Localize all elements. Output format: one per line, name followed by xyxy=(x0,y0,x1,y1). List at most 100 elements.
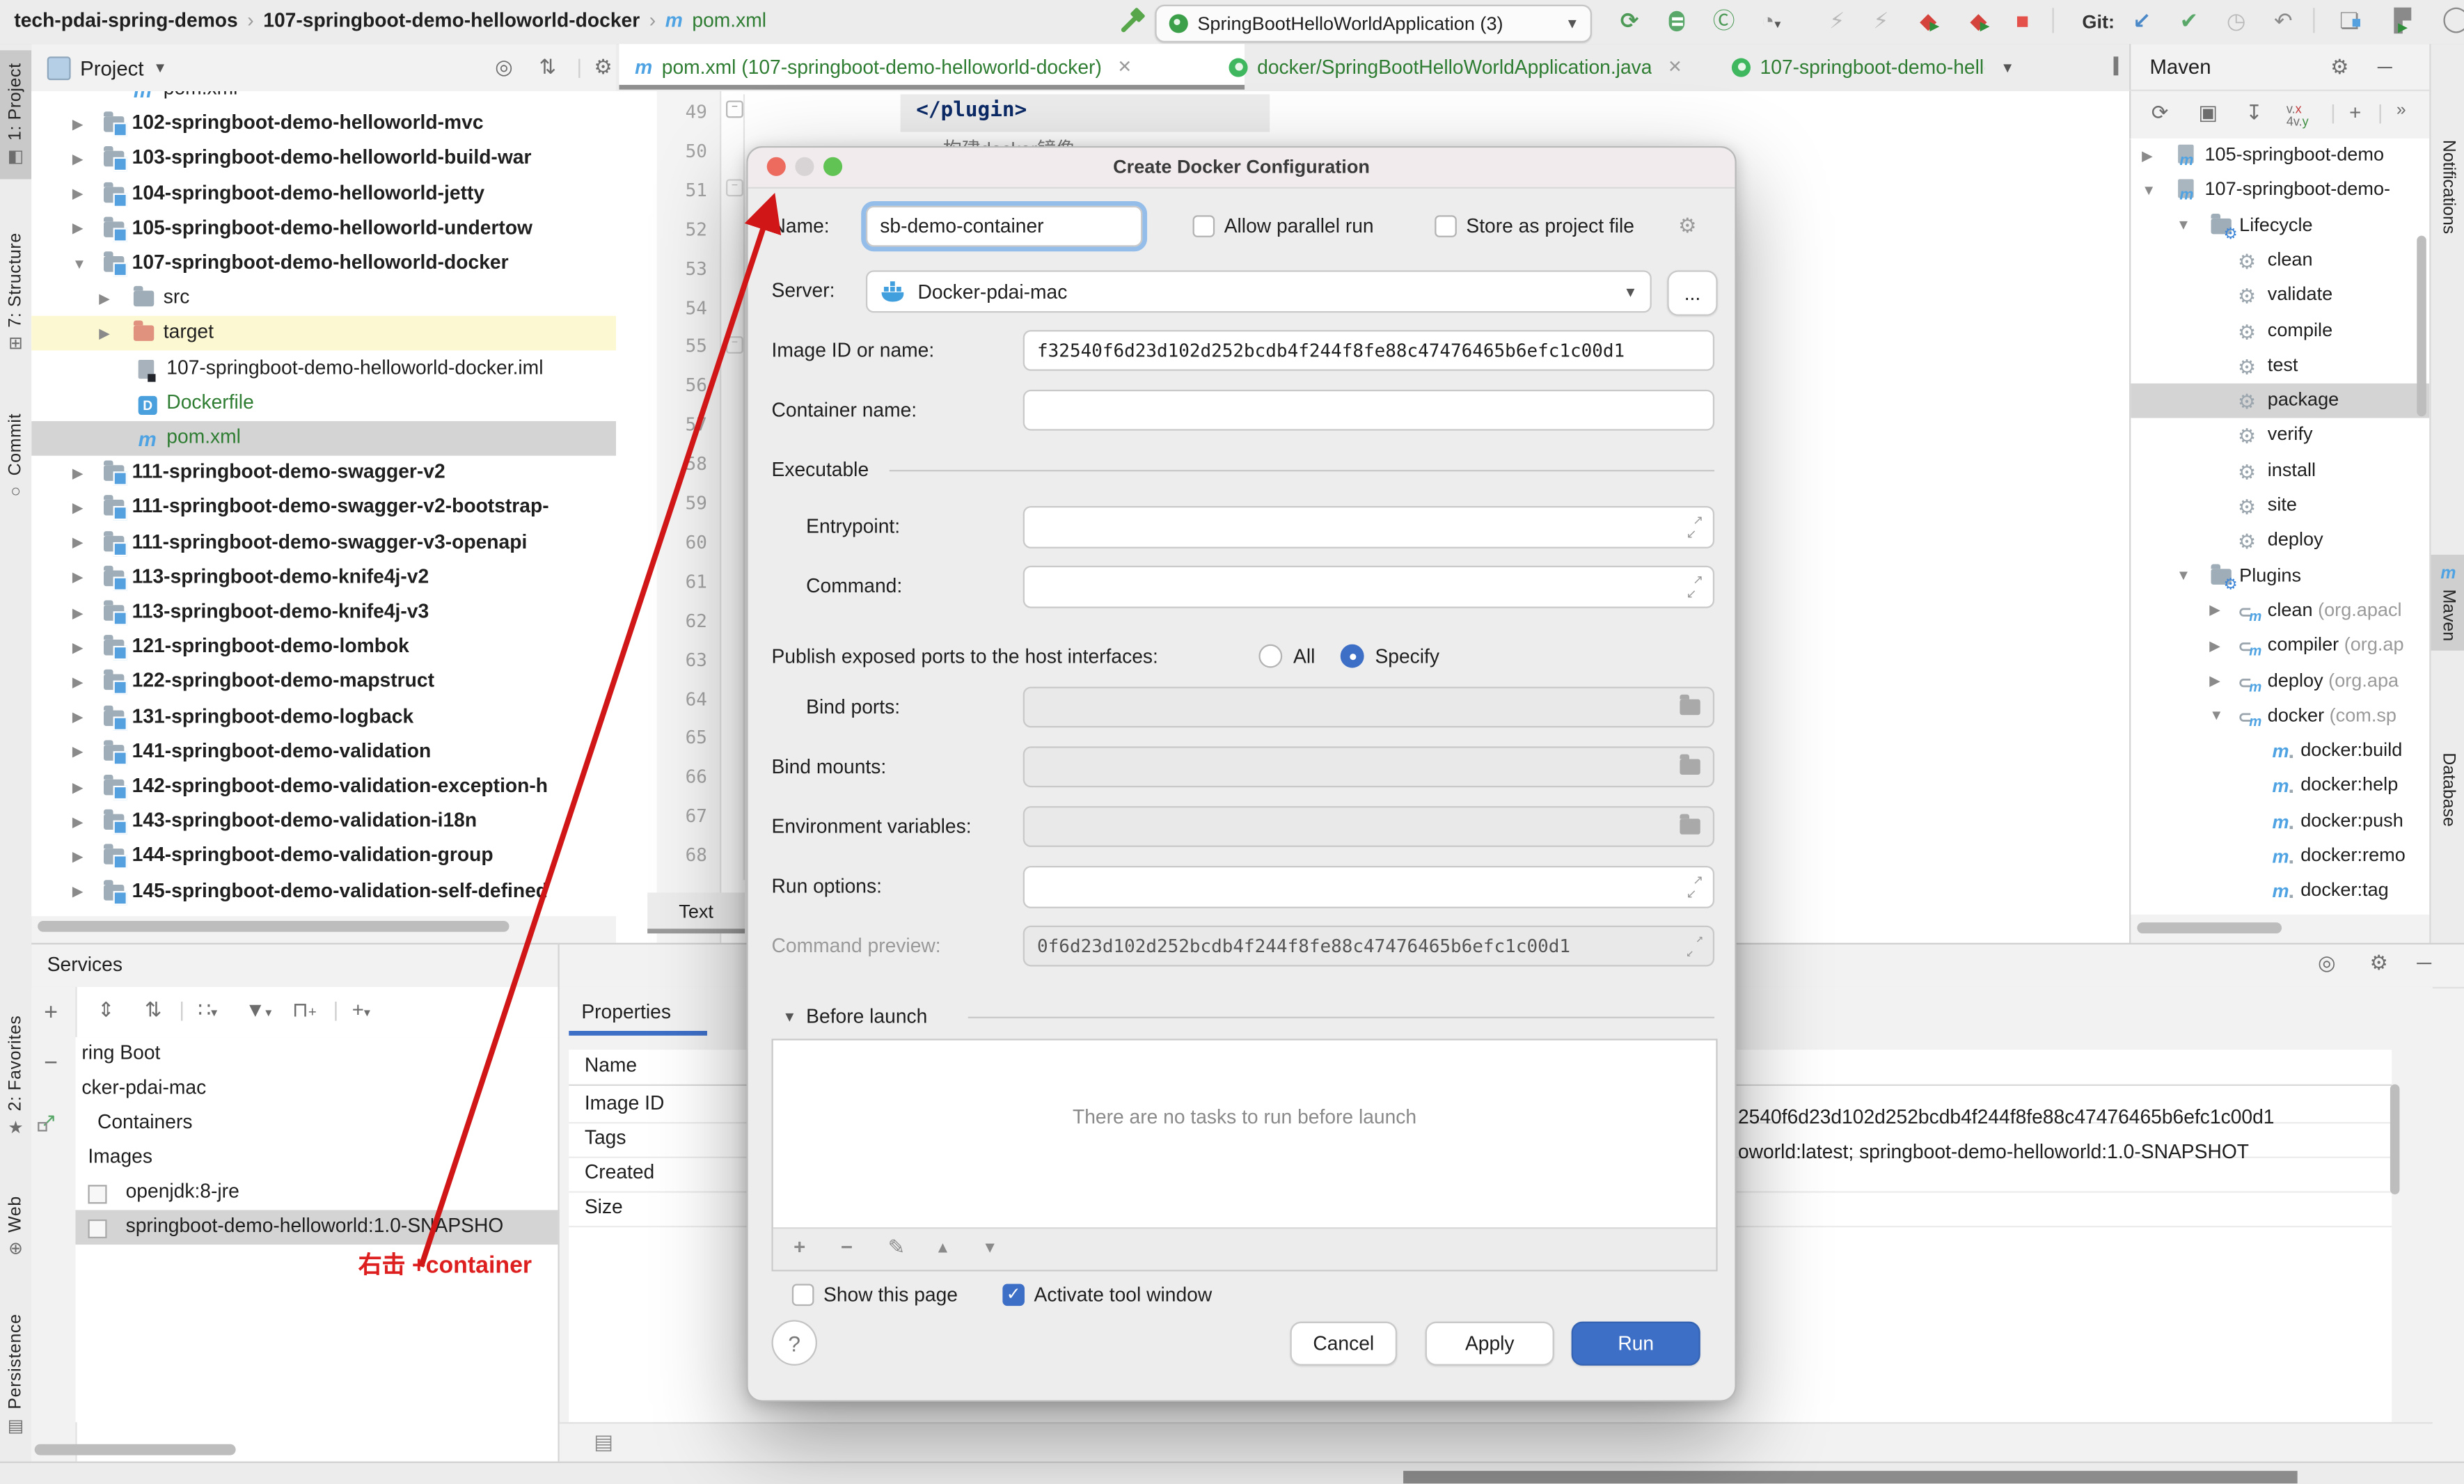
entrypoint-input[interactable] xyxy=(1023,506,1714,548)
remove-service-button[interactable]: − xyxy=(44,1050,58,1076)
stripe-button-database[interactable]: Database xyxy=(2431,743,2464,836)
chevron-right-icon[interactable]: ▶ xyxy=(72,535,84,552)
apply-button[interactable]: Apply xyxy=(1426,1322,1554,1366)
add-service-button[interactable]: + xyxy=(44,1000,58,1026)
properties-vertical-scrollbar[interactable] xyxy=(2390,1084,2400,1194)
panel-splitter[interactable] xyxy=(558,943,559,1462)
tree-item[interactable]: ▶deploy (org.apa xyxy=(2131,664,2429,699)
collapse-all-button[interactable]: ⇅ xyxy=(539,55,556,80)
chevron-right-icon[interactable]: ▶ xyxy=(72,569,84,587)
chevron-right-icon[interactable]: ▶ xyxy=(72,848,84,866)
editor-tab[interactable]: 107-springboot-demo-helloworld-▼ xyxy=(1716,44,2030,89)
scroll-to-source-icon[interactable]: ↗ xyxy=(41,1110,57,1132)
browse-folder-icon[interactable] xyxy=(1680,819,1700,835)
chevron-right-icon[interactable]: ▶ xyxy=(2209,603,2220,620)
chevron-right-icon[interactable]: ▶ xyxy=(72,744,84,761)
service-item[interactable]: Images xyxy=(75,1141,558,1176)
tree-item[interactable]: ▶131-springboot-demo-logback xyxy=(31,700,644,735)
tree-item[interactable]: clean xyxy=(2131,244,2429,278)
stripe-button-persistence[interactable]: Persistence▤ xyxy=(0,1304,31,1446)
service-item[interactable]: springboot-demo-helloworld:1.0-SNAPSHO xyxy=(75,1210,558,1245)
project-structure-button[interactable]: ❏ xyxy=(2332,6,2367,35)
chevron-down-icon[interactable]: ▼ xyxy=(2209,708,2223,724)
fold-marker-icon[interactable]: − xyxy=(726,336,743,354)
filter-icon[interactable]: ▼▾ xyxy=(245,998,271,1022)
before-launch-task-list[interactable]: There are no tasks to run before launch … xyxy=(772,1039,1718,1271)
chevron-right-icon[interactable]: ▶ xyxy=(72,779,84,796)
coverage-button[interactable]: Ⓒ xyxy=(1707,6,1742,35)
tree-item[interactable]: pom.xml xyxy=(31,421,644,456)
tree-item[interactable]: 107-springboot-demo-helloworld-docker.im… xyxy=(31,352,644,386)
build-hammer-icon[interactable] xyxy=(1119,6,1147,35)
profiler-button[interactable]: ◔▾ xyxy=(1754,6,1789,39)
stripe-button-maven[interactable]: mMaven xyxy=(2431,555,2464,651)
tree-item[interactable]: ▶141-springboot-demo-validation xyxy=(31,735,644,770)
dialog-title-bar[interactable]: Create Docker Configuration xyxy=(748,148,1735,189)
tree-item[interactable]: docker:push xyxy=(2131,804,2429,839)
project-panel-header[interactable]: Project ▼ ◎ ⇅ | ⚙ ─ xyxy=(31,44,616,93)
tree-item[interactable]: ▶113-springboot-demo-knife4j-v2 xyxy=(31,561,644,596)
publish-specify-radio[interactable] xyxy=(1341,645,1364,668)
expand-field-icon[interactable] xyxy=(1686,519,1703,536)
git-update-button[interactable]: ↙ xyxy=(2124,6,2159,35)
chevron-down-icon[interactable]: ▼ xyxy=(72,255,86,271)
close-tab-icon[interactable]: ✕ xyxy=(1117,56,1132,77)
service-item[interactable]: Containers xyxy=(75,1106,558,1141)
help-button[interactable]: ? xyxy=(772,1320,817,1365)
settings-gear-icon[interactable]: ⚙ xyxy=(2370,951,2388,976)
tree-item[interactable]: install xyxy=(2131,454,2429,489)
move-up-button[interactable]: ▲ xyxy=(935,1240,950,1257)
stripe-button-web[interactable]: Web⊕ xyxy=(0,1187,31,1269)
tree-item[interactable]: deploy xyxy=(2131,523,2429,558)
tree-item[interactable]: ▼Lifecycle xyxy=(2131,208,2429,243)
chevron-right-icon[interactable]: ▶ xyxy=(2142,147,2153,164)
chevron-right-icon[interactable]: ▶ xyxy=(72,500,84,517)
tree-item[interactable]: ▼107-springboot-demo-helloworld-docker xyxy=(31,246,644,281)
tree-item[interactable]: ▶113-springboot-demo-knife4j-v3 xyxy=(31,596,644,631)
chevron-right-icon[interactable]: ▶ xyxy=(72,814,84,831)
tree-item[interactable]: ▶105-springboot-demo xyxy=(2131,139,2429,173)
tree-item[interactable]: DDockerfile xyxy=(31,386,644,421)
editor-tab[interactable]: docker/SpringBootHelloWorldApplication.j… xyxy=(1213,44,1748,89)
chevron-right-icon[interactable]: ▶ xyxy=(72,639,84,656)
fold-marker-icon[interactable]: − xyxy=(726,179,743,196)
stripe-button----favorites[interactable]: 2: Favorites★ xyxy=(0,1006,31,1147)
stripe-button----project[interactable]: 1: Project◧ xyxy=(0,50,31,180)
tree-item[interactable]: ▶111-springboot-demo-swagger-v2-bootstra… xyxy=(31,491,644,526)
run-anything-button[interactable]: ▛▶ xyxy=(2385,6,2420,35)
add-icon[interactable]: +▾ xyxy=(352,998,370,1022)
tree-item[interactable]: ▼107-springboot-demo- xyxy=(2131,173,2429,208)
tree-item[interactable]: ▶122-springboot-demo-mapstruct xyxy=(31,665,644,700)
breadcrumb-project[interactable]: tech-pdai-spring-demos xyxy=(14,10,237,32)
chevron-right-icon[interactable]: ▶ xyxy=(72,465,84,482)
close-tab-icon[interactable]: ✕ xyxy=(1668,56,1682,77)
stop-button[interactable]: ■ xyxy=(2005,6,2040,35)
run-configuration-select[interactable]: SpringBootHelloWorldApplication (3) ▼ xyxy=(1155,4,1592,42)
cancel-button[interactable]: Cancel xyxy=(1290,1322,1398,1366)
tree-item[interactable]: site xyxy=(2131,489,2429,523)
image-id-input[interactable]: f32540f6d23d102d252bcdb4f244f8fe88c47476… xyxy=(1023,330,1714,371)
store-settings-gear-icon[interactable]: ⚙ xyxy=(1678,214,1696,239)
tree-item[interactable]: package xyxy=(2131,384,2429,418)
chevron-right-icon[interactable]: ▶ xyxy=(72,674,84,691)
chevron-right-icon[interactable]: ▶ xyxy=(2209,672,2220,690)
remove-task-button[interactable]: − xyxy=(841,1236,853,1259)
tree-item[interactable]: ▶105-springboot-demo-helloworld-undertow xyxy=(31,212,644,246)
service-item[interactable]: openjdk:8-jre xyxy=(75,1176,558,1210)
move-down-button[interactable]: ▼ xyxy=(982,1240,997,1257)
rerun-failed-tests-button[interactable]: ◆▶ xyxy=(1911,6,1945,35)
chevron-down-icon[interactable]: ▼ xyxy=(2000,59,2014,75)
expand-field-icon[interactable] xyxy=(1686,938,1703,955)
chevron-down-icon[interactable]: ▼ xyxy=(2177,567,2190,583)
reimport-maven-icon[interactable]: ⟳ xyxy=(2151,100,2169,125)
run-button[interactable]: Run xyxy=(1572,1322,1700,1366)
stripe-button-notifications[interactable]: Notifications xyxy=(2431,130,2464,243)
chevron-right-icon[interactable]: ▶ xyxy=(72,186,84,203)
tree-item[interactable]: ▶src xyxy=(31,282,644,317)
environment-variables-input[interactable] xyxy=(1023,806,1714,847)
search-everywhere-icon[interactable]: ◯ xyxy=(2439,6,2464,35)
maven-vertical-scrollbar[interactable] xyxy=(2417,236,2426,417)
download-sources-icon[interactable]: ↧ xyxy=(2245,100,2263,125)
tree-item[interactable]: ▶compiler (org.ap xyxy=(2131,629,2429,663)
tree-item[interactable]: ▶103-springboot-demo-helloworld-build-wa… xyxy=(31,142,644,177)
